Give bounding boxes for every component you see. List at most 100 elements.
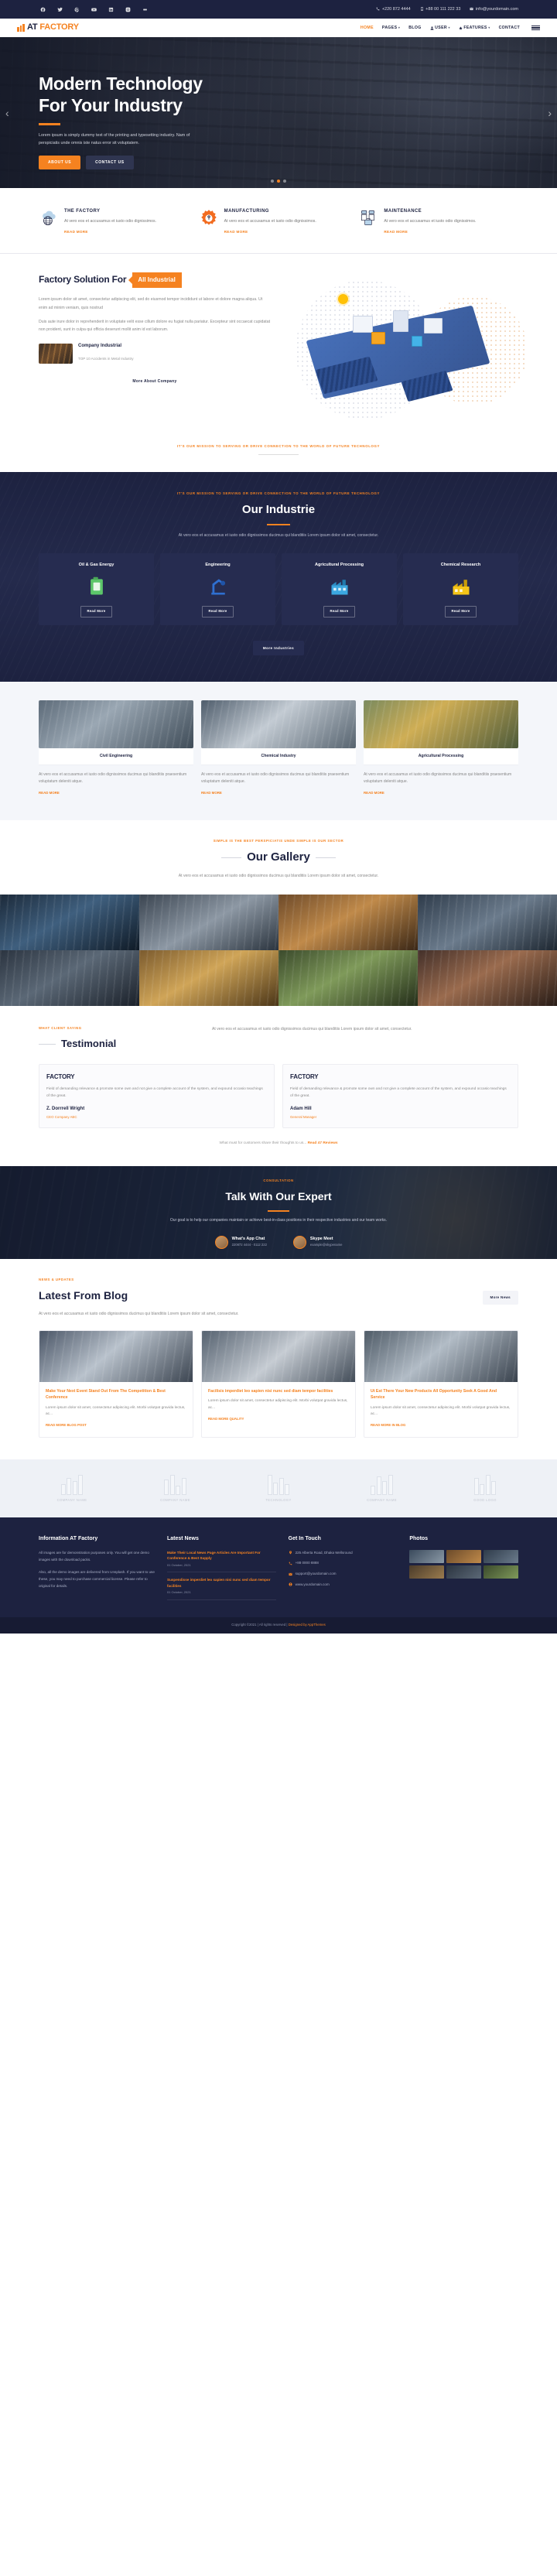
twitter-icon[interactable] bbox=[56, 5, 64, 14]
blog-read-more[interactable]: Read More In Blog bbox=[371, 1423, 405, 1428]
nav-item-blog[interactable]: BLOG bbox=[408, 25, 421, 31]
industry-read-more[interactable]: Read More bbox=[80, 606, 112, 617]
footer-photo[interactable] bbox=[484, 1565, 519, 1579]
footer-news-item[interactable]: Suspendisse imperdiet leo sapien nisi nu… bbox=[167, 1577, 276, 1600]
solution-company-card[interactable]: Company Industrial TOP 10 Accidents in M… bbox=[39, 343, 271, 364]
gallery-item[interactable] bbox=[278, 949, 418, 1006]
more-news-button[interactable]: More News bbox=[482, 1291, 518, 1305]
blog-post-title[interactable]: Make Your Next Event Stand Out From The … bbox=[46, 1388, 186, 1401]
blog-read-more[interactable]: Read More Quality bbox=[208, 1417, 244, 1422]
service-read-more-link[interactable]: Read More bbox=[384, 229, 408, 234]
top-email[interactable]: info@yourdomain.com bbox=[470, 6, 518, 13]
footer-address-text: 225 Alberta Road, Dhaka Wellsround bbox=[295, 1550, 353, 1555]
nav-menu: HOME PAGES ▾ BLOG USER ▾ FEATURES ▾ CONTACT bbox=[361, 25, 540, 31]
hamburger-menu-icon[interactable] bbox=[531, 25, 540, 31]
more-industries-button[interactable]: More Industries bbox=[252, 640, 305, 656]
hero-dot-3[interactable] bbox=[283, 180, 286, 183]
blog-image bbox=[364, 1331, 518, 1382]
gallery-item[interactable] bbox=[139, 894, 278, 950]
youtube-icon[interactable] bbox=[90, 5, 98, 14]
footer-photo[interactable] bbox=[484, 1549, 519, 1563]
footer-news-link[interactable]: Suspendisse imperdiet leo sapien nisi nu… bbox=[167, 1577, 276, 1589]
building-d bbox=[371, 331, 386, 344]
project-read-more[interactable]: Read More bbox=[364, 790, 384, 795]
hero-pagination-dots[interactable] bbox=[271, 180, 286, 183]
project-card-agricultural-processing[interactable]: Agricultural Processing At vero eos et a… bbox=[364, 700, 518, 798]
linkedin-icon[interactable] bbox=[107, 5, 115, 14]
client-logo-5[interactable]: GOOD LOGO bbox=[452, 1473, 518, 1504]
testimonial-card-2: FACTORY Field of demanding relevance & p… bbox=[282, 1064, 518, 1128]
industry-card-oil-gas[interactable]: Oil & Gas Energy Read More bbox=[39, 553, 154, 625]
industry-card-engineering[interactable]: Engineering Read More bbox=[160, 553, 275, 625]
read-reviews-link[interactable]: Read 47 Reviews bbox=[308, 1141, 338, 1145]
service-card-maintenance[interactable]: MAINTENANCE At vero eos et accusamus et … bbox=[358, 208, 518, 238]
blog-card-2[interactable]: Facilisis imperdiet leo sapien nisi nunc… bbox=[201, 1330, 356, 1438]
nav-item-features[interactable]: FEATURES ▾ bbox=[459, 25, 490, 31]
blog-post-title[interactable]: Facilisis imperdiet leo sapien nisi nunc… bbox=[208, 1388, 349, 1394]
blog-card-3[interactable]: Ut Est There Your New Products All Oppor… bbox=[364, 1330, 518, 1438]
client-logo-1[interactable]: COMPANY NAME bbox=[39, 1473, 105, 1504]
nav-item-user[interactable]: USER ▾ bbox=[430, 25, 450, 31]
solution-tag-badge: All Industrial bbox=[132, 272, 182, 289]
industry-read-more[interactable]: Read More bbox=[202, 606, 234, 617]
expert-contact-skype[interactable]: Skype Meet example@skypename bbox=[292, 1235, 342, 1249]
industry-read-more[interactable]: Read More bbox=[323, 606, 355, 617]
gallery-item[interactable] bbox=[418, 894, 557, 950]
nav-item-home[interactable]: HOME bbox=[361, 25, 374, 31]
gallery-item[interactable] bbox=[278, 894, 418, 950]
blog-card-1[interactable]: Make Your Next Event Stand Out From The … bbox=[39, 1330, 193, 1438]
client-name: COMPANY NAME bbox=[367, 1497, 397, 1502]
gallery-item[interactable] bbox=[418, 949, 557, 1006]
footer-website-row[interactable]: www.yourdomain.com bbox=[289, 1582, 398, 1588]
facebook-icon[interactable] bbox=[39, 5, 47, 14]
service-read-more-link[interactable]: Read More bbox=[224, 229, 248, 234]
more-about-company-link[interactable]: More About Company bbox=[39, 378, 271, 385]
hero-prev-arrow[interactable]: ‹ bbox=[5, 104, 9, 121]
industry-card-agricultural[interactable]: Agricultural Processing Read More bbox=[282, 553, 397, 625]
pinterest-icon[interactable] bbox=[73, 5, 81, 14]
industry-read-more[interactable]: Read More bbox=[445, 606, 477, 617]
blog-read-more[interactable]: Read More Blog Post bbox=[46, 1423, 87, 1428]
footer-email-row[interactable]: support@yourdomain.com bbox=[289, 1571, 398, 1577]
industry-card-chemical[interactable]: Chemical Research Read More bbox=[403, 553, 518, 625]
service-text: At vero eos et accusamus et iusto odio d… bbox=[384, 218, 477, 224]
project-card-chemical-industry[interactable]: Chemical Industry At vero eos et accusam… bbox=[201, 700, 356, 798]
services-section: THE FACTORY At vero eos et accusamus et … bbox=[0, 188, 557, 254]
footer-photo[interactable] bbox=[409, 1549, 445, 1563]
flickr-icon[interactable] bbox=[141, 5, 149, 14]
client-logo-3[interactable]: TECHNOLOGY bbox=[245, 1473, 312, 1504]
footer-news-link[interactable]: Make Their Local News Page Articles Are … bbox=[167, 1550, 276, 1562]
footer-photo[interactable] bbox=[446, 1565, 482, 1579]
nav-item-pages[interactable]: PAGES ▾ bbox=[382, 25, 400, 31]
footer-news-item[interactable]: Make Their Local News Page Articles Are … bbox=[167, 1550, 276, 1573]
expert-name: Skype Meet bbox=[309, 1236, 333, 1241]
gallery-item[interactable] bbox=[0, 949, 139, 1006]
client-logo-4[interactable]: COMPANY NAME bbox=[349, 1473, 415, 1504]
service-read-more-link[interactable]: Read More bbox=[64, 229, 88, 234]
industries-heading: Our Industrie bbox=[241, 502, 316, 516]
footer-photo[interactable] bbox=[446, 1549, 482, 1563]
hero-dot-1[interactable] bbox=[271, 180, 274, 183]
designer-credit-link[interactable]: Designed by AppThemes bbox=[289, 1623, 326, 1627]
top-phone-2[interactable]: +88 00 111 222 33 bbox=[420, 6, 460, 13]
nav-item-contact[interactable]: CONTACT bbox=[499, 25, 520, 31]
service-card-the-factory[interactable]: THE FACTORY At vero eos et accusamus et … bbox=[39, 208, 199, 238]
hero-about-button[interactable]: ABOUT US bbox=[39, 156, 81, 170]
project-read-more[interactable]: Read More bbox=[39, 790, 60, 795]
site-logo[interactable]: AT FACTORY bbox=[17, 21, 79, 35]
blog-post-title[interactable]: Ut Est There Your New Products All Oppor… bbox=[371, 1388, 511, 1401]
gallery-item[interactable] bbox=[139, 949, 278, 1006]
project-read-more[interactable]: Read More bbox=[201, 790, 222, 795]
top-phone-1[interactable]: +220 872 4444 bbox=[376, 6, 411, 13]
service-card-manufacturing[interactable]: MANUFACTURING At vero eos et accusamus e… bbox=[199, 208, 359, 238]
gallery-item[interactable] bbox=[0, 894, 139, 950]
hero-next-arrow[interactable]: › bbox=[548, 104, 552, 121]
footer-photo[interactable] bbox=[409, 1565, 445, 1579]
instagram-icon[interactable] bbox=[124, 5, 132, 14]
expert-contact-whatsapp[interactable]: What's App Chat 220872 4444 - 0112 222 bbox=[214, 1235, 267, 1249]
client-logo-2[interactable]: COMPANY NAME bbox=[142, 1473, 209, 1504]
hero-contact-button[interactable]: CONTACT US bbox=[86, 156, 134, 170]
footer-phone-row[interactable]: +88 0000 8888 bbox=[289, 1560, 398, 1566]
project-card-civil-engineering[interactable]: Civil Engineering At vero eos et accusam… bbox=[39, 700, 193, 798]
hero-dot-2[interactable] bbox=[277, 180, 280, 183]
